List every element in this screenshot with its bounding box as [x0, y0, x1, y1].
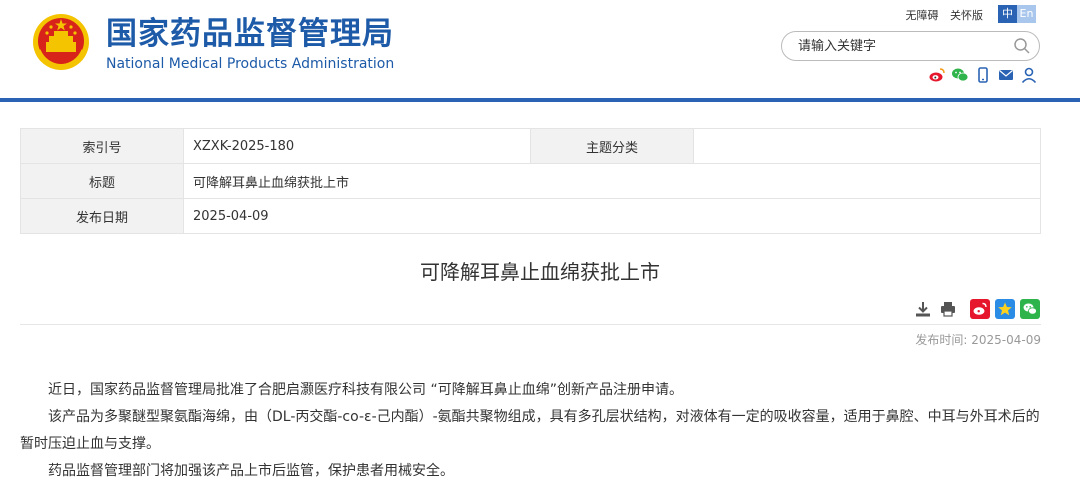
- top-links: 无障碍 关怀版: [898, 7, 984, 23]
- qzone-share-icon[interactable]: [995, 299, 1015, 319]
- date-value: 2025-04-09: [183, 198, 1041, 234]
- lang-chinese-button[interactable]: 中: [998, 5, 1017, 23]
- site-header: 国家药品监督管理局 National Medical Products Admi…: [0, 0, 1080, 99]
- search-input[interactable]: [798, 37, 998, 55]
- article-divider: [20, 324, 1041, 325]
- accessibility-link[interactable]: 无障碍: [906, 9, 939, 22]
- article-paragraph: 近日，国家药品监督管理局批准了合肥启灏医疗科技有限公司 “可降解耳鼻止血绵”创新…: [48, 382, 683, 398]
- org-name-en[interactable]: National Medical Products Administration: [106, 55, 394, 73]
- article-body: 近日，国家药品监督管理局批准了合肥启灏医疗科技有限公司 “可降解耳鼻止血绵”创新…: [20, 377, 1041, 483]
- lang-english-button[interactable]: En: [1017, 5, 1036, 23]
- topic-label: 主题分类: [530, 128, 694, 164]
- table-row: 发布日期 2025-04-09: [20, 198, 1041, 234]
- wechat-icon[interactable]: [951, 66, 969, 84]
- document-info-table: 索引号 XZXK-2025-180 主题分类 标题 可降解耳鼻止血绵获批上市 发…: [20, 128, 1041, 234]
- weibo-icon[interactable]: [928, 66, 946, 84]
- wechat-share-icon[interactable]: [1020, 299, 1040, 319]
- search-box: [781, 31, 1040, 61]
- article-toolbar: [913, 299, 1045, 319]
- elder-mode-link[interactable]: 关怀版: [950, 9, 983, 22]
- table-row: 标题 可降解耳鼻止血绵获批上市: [20, 163, 1041, 199]
- language-switch: 中 En: [998, 5, 1036, 23]
- mobile-icon[interactable]: [974, 66, 992, 84]
- title-label: 标题: [20, 163, 184, 199]
- national-emblem-icon[interactable]: [31, 12, 91, 72]
- title-value: 可降解耳鼻止血绵获批上市: [183, 163, 1041, 199]
- print-icon[interactable]: [938, 299, 958, 319]
- mail-icon[interactable]: [997, 66, 1015, 84]
- date-label: 发布日期: [20, 198, 184, 234]
- download-icon[interactable]: [913, 299, 933, 319]
- header-divider-bar: [0, 98, 1080, 102]
- weibo-share-icon[interactable]: [970, 299, 990, 319]
- publish-time: 发布时间: 2025-04-09: [915, 333, 1041, 347]
- org-name-cn[interactable]: 国家药品监督管理局: [106, 14, 394, 54]
- table-row: 索引号 XZXK-2025-180 主题分类: [20, 128, 1041, 164]
- user-icon[interactable]: [1020, 66, 1038, 84]
- search-icon[interactable]: [1013, 37, 1031, 55]
- article-title: 可降解耳鼻止血绵获批上市: [420, 260, 660, 284]
- index-label: 索引号: [20, 128, 184, 164]
- index-value: XZXK-2025-180: [183, 128, 531, 164]
- social-links: [928, 66, 1043, 84]
- article-paragraph: 药品监督管理部门将加强该产品上市后监管，保护患者用械安全。: [48, 463, 454, 479]
- article-paragraph: 该产品为多聚醚型聚氨酯海绵，由（DL-丙交酯-co-ε-己内酯）-氨酯共聚物组成…: [20, 409, 1040, 452]
- topic-value: [693, 128, 1041, 164]
